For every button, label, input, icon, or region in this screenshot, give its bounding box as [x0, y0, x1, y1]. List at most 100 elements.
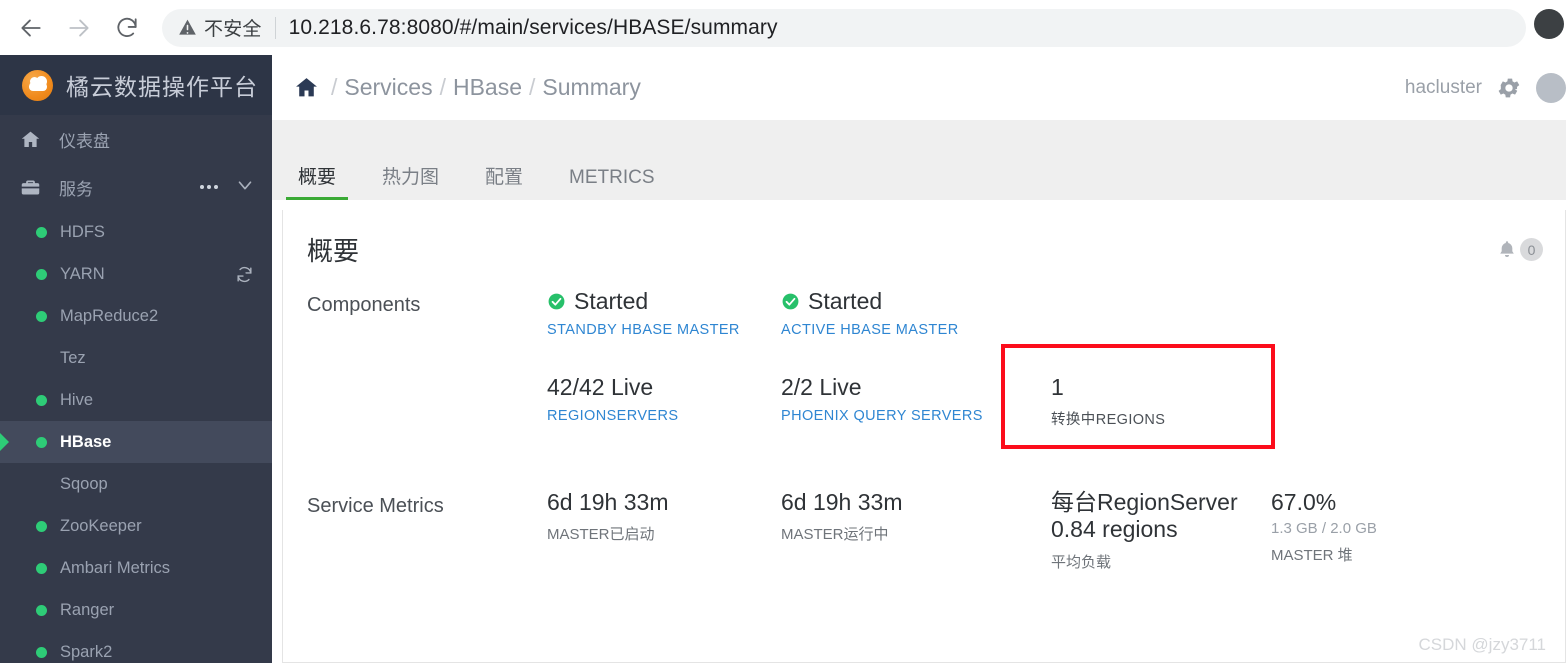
breadcrumb-separator: /	[439, 74, 446, 100]
warning-triangle-icon	[178, 18, 197, 37]
active-indicator-icon	[0, 433, 9, 451]
header-actions: hacluster	[1405, 72, 1566, 103]
tab-metrics[interactable]: METRICS	[557, 167, 667, 200]
metric-sub-label[interactable]: PHOENIX QUERY SERVERS	[781, 408, 1015, 424]
sidebar-service-label: Sqoop	[60, 474, 108, 493]
metric-regions-in-transition[interactable]: 1 转换中REGIONS	[1015, 374, 1249, 429]
metric-sub-label[interactable]: ACTIVE HBASE MASTER	[781, 322, 1015, 338]
sidebar-item-label: 仪表盘	[59, 131, 110, 151]
sidebar-service-ambari-metrics[interactable]: Ambari Metrics	[0, 547, 272, 589]
sidebar-service-yarn[interactable]: YARN	[0, 253, 272, 295]
status-dot-icon	[36, 562, 47, 574]
tab-heatmap[interactable]: 热力图	[370, 162, 451, 200]
breadcrumb-separator: /	[331, 74, 338, 100]
status-dot-icon	[36, 310, 47, 322]
chevron-down-icon[interactable]	[234, 174, 256, 201]
metric-sub-label[interactable]: REGIONSERVERS	[547, 408, 781, 424]
metric-value: Started	[808, 288, 883, 314]
sidebar-service-ranger[interactable]: Ranger	[0, 589, 272, 631]
metric-value: Started	[574, 288, 649, 314]
tab-configs[interactable]: 配置	[473, 162, 535, 200]
sidebar-service-label: Tez	[60, 348, 86, 367]
status-dot-icon	[36, 394, 47, 406]
status-dot-icon	[36, 353, 47, 364]
cluster-name[interactable]: hacluster	[1405, 77, 1482, 99]
sidebar-service-zookeeper[interactable]: ZooKeeper	[0, 505, 272, 547]
main-content: / Services / HBase / Summary hacluster 概…	[272, 55, 1566, 663]
breadcrumb-item-hbase[interactable]: HBase	[453, 74, 522, 101]
avatar[interactable]	[1536, 72, 1566, 103]
cloud-logo-icon	[22, 69, 53, 101]
sidebar-service-hdfs[interactable]: HDFS	[0, 211, 272, 253]
metric-sub-label: MASTER已启动	[547, 526, 655, 544]
breadcrumb-item-summary[interactable]: Summary	[542, 74, 640, 101]
metric-master-running: 6d 19h 33m MASTER运行中	[781, 489, 1015, 571]
chrome-menu-icon[interactable]	[1534, 9, 1564, 39]
sidebar-service-spark2[interactable]: Spark2	[0, 631, 272, 663]
section-label-service-metrics: Service Metrics	[307, 495, 444, 518]
sidebar-service-label: MapReduce2	[60, 306, 159, 325]
summary-card: 概要 0 Components Started STANDBY HBASE MA…	[282, 210, 1566, 663]
ellipsis-icon[interactable]	[200, 185, 218, 189]
refresh-icon[interactable]	[235, 265, 254, 284]
card-title: 概要	[307, 235, 360, 266]
metric-average-load: 每台RegionServer 0.84 regions 平均负载	[1015, 489, 1271, 571]
section-label-spacer	[307, 374, 547, 429]
metric-active-hbase-master[interactable]: Started ACTIVE HBASE MASTER	[781, 288, 1015, 338]
metric-phoenix-query-servers[interactable]: 2/2 Live PHOENIX QUERY SERVERS	[781, 374, 1015, 429]
sidebar-item-label: 服务	[59, 179, 93, 199]
sidebar-service-tez[interactable]: Tez	[0, 337, 272, 379]
check-circle-icon	[781, 292, 800, 311]
breadcrumb-item-services[interactable]: Services	[344, 74, 432, 101]
brand-title: 橘云数据操作平台	[66, 74, 258, 100]
sidebar-service-label: Hive	[60, 390, 94, 409]
services-row-actions	[200, 174, 256, 201]
metric-sub-label: 转换中REGIONS	[1051, 412, 1166, 429]
alerts-indicator[interactable]: 0	[1496, 238, 1543, 261]
tab-summary[interactable]: 概要	[286, 162, 349, 200]
metric-value: 2/2 Live	[781, 374, 862, 401]
page-header: / Services / HBase / Summary hacluster	[272, 55, 1566, 120]
sidebar: 橘云数据操作平台 仪表盘 服务 HDFS YARN MapReduce2 Tez…	[0, 55, 272, 663]
check-circle-icon	[547, 292, 566, 311]
metric-sub-label[interactable]: STANDBY HBASE MASTER	[547, 322, 781, 338]
metric-value: 6d 19h 33m	[547, 489, 669, 516]
back-icon[interactable]	[10, 7, 52, 49]
address-bar[interactable]: 不安全 10.218.6.78:8080/#/main/services/HBA…	[162, 8, 1526, 47]
browser-toolbar: 不安全 10.218.6.78:8080/#/main/services/HBA…	[0, 0, 1566, 55]
reload-icon[interactable]	[106, 7, 148, 49]
sidebar-service-label: ZooKeeper	[60, 516, 142, 535]
sidebar-brand[interactable]: 橘云数据操作平台	[0, 55, 272, 115]
metric-value: 1	[1051, 374, 1064, 401]
metric-value-wrap: Started	[781, 288, 1015, 315]
metric-regionservers[interactable]: 42/42 Live REGIONSERVERS	[547, 374, 781, 429]
metric-value: 6d 19h 33m	[781, 489, 903, 516]
forward-icon[interactable]	[58, 7, 100, 49]
sidebar-service-label: HDFS	[60, 222, 105, 241]
status-dot-icon	[36, 604, 47, 616]
sidebar-service-label: Spark2	[60, 642, 113, 661]
status-dot-icon	[36, 226, 47, 238]
sidebar-service-hive[interactable]: Hive	[0, 379, 272, 421]
tabs-bar: 概要 热力图 配置 METRICS	[272, 120, 1566, 200]
service-metrics-section: Service Metrics 6d 19h 33m MASTER已启动 6d …	[283, 489, 1565, 571]
components-row-1: Components Started STANDBY HBASE MASTER	[307, 288, 1541, 338]
metric-value: 42/42 Live	[547, 374, 654, 401]
metric-standby-hbase-master[interactable]: Started STANDBY HBASE MASTER	[547, 288, 781, 338]
url-text: 10.218.6.78:8080/#/main/services/HBASE/s…	[288, 15, 778, 39]
bell-icon	[1496, 239, 1518, 261]
sidebar-item-dashboard[interactable]: 仪表盘	[0, 115, 272, 163]
sidebar-service-sqoop[interactable]: Sqoop	[0, 463, 272, 505]
status-dot-icon	[36, 479, 47, 490]
sidebar-service-hbase[interactable]: HBase	[0, 421, 272, 463]
gear-icon[interactable]	[1496, 75, 1522, 101]
sidebar-item-services[interactable]: 服务	[0, 163, 272, 211]
briefcase-icon	[20, 177, 46, 198]
home-icon[interactable]	[294, 75, 319, 100]
sidebar-service-mapreduce2[interactable]: MapReduce2	[0, 295, 272, 337]
sidebar-service-label: HBase	[60, 432, 112, 451]
metric-sub-label: MASTER运行中	[781, 526, 889, 544]
tab-label: 配置	[485, 167, 524, 188]
metric-sub-label: 平均负载	[1051, 553, 1112, 571]
tab-label: 概要	[298, 167, 337, 188]
